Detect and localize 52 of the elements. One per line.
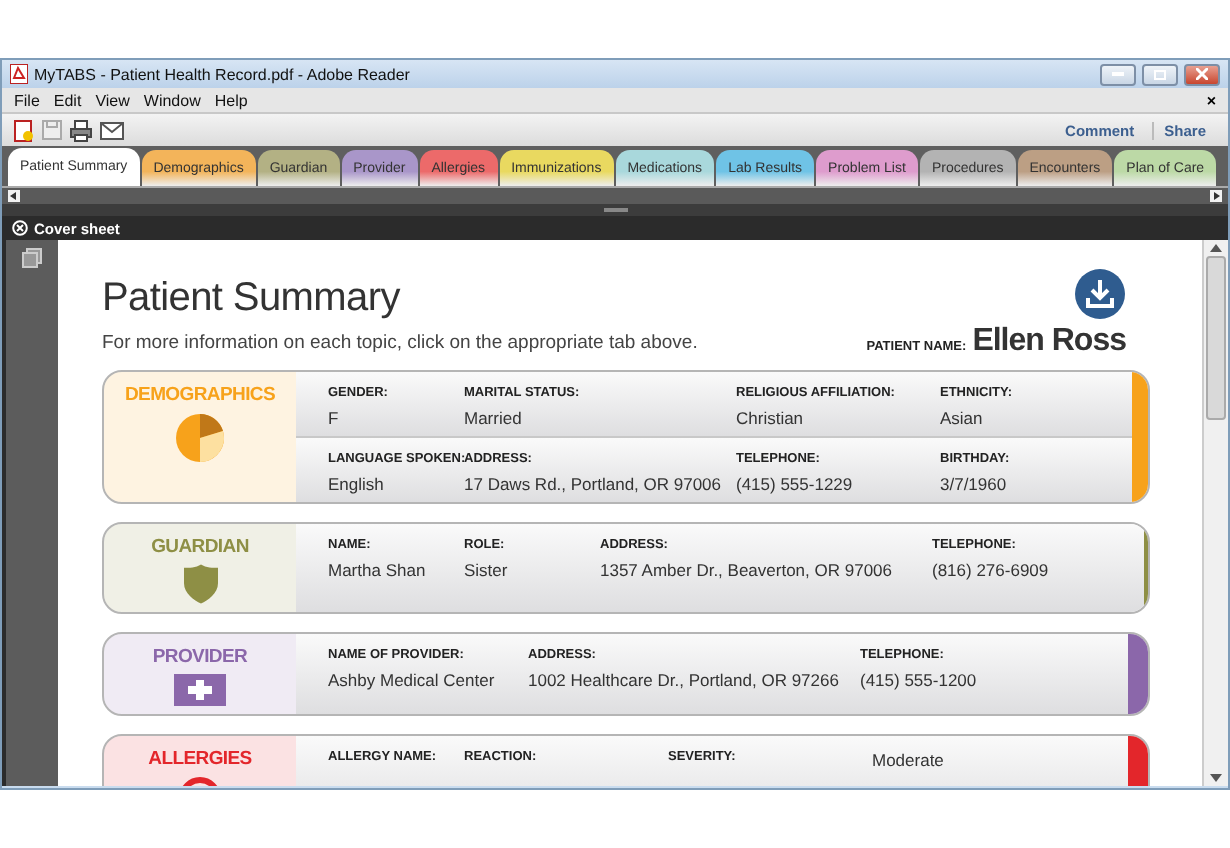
card-title: GUARDIAN xyxy=(151,536,249,558)
field-value: F xyxy=(328,408,339,428)
field-value: Martha Shan xyxy=(328,560,426,580)
color-stripe xyxy=(1132,372,1148,502)
field-value: (415) 555-1200 xyxy=(860,670,977,690)
field-value: Asian xyxy=(940,408,983,428)
window-title: MyTABS - Patient Health Record.pdf - Adobe Reader xyxy=(34,65,412,83)
field-value: (415) 555-1229 xyxy=(736,474,853,494)
field-value: Christian xyxy=(736,408,804,428)
menu-item[interactable]: Edit xyxy=(53,91,82,109)
field-value: 3/7/1960 xyxy=(940,474,1007,494)
maximize-button[interactable] xyxy=(1142,63,1178,85)
close-icon xyxy=(1196,68,1208,80)
print-icon[interactable] xyxy=(70,119,92,141)
scroll-down-icon[interactable] xyxy=(1210,774,1222,782)
card-title: PROVIDER xyxy=(152,646,248,668)
field-value: 1002 Healthcare Dr., Portland, OR 97266 xyxy=(528,670,839,690)
field-value: (816) 276-6909 xyxy=(932,560,1049,580)
field-value: Ashby Medical Center xyxy=(328,670,495,690)
page-title: Patient Summary xyxy=(102,276,402,322)
scroll-right-icon[interactable] xyxy=(1210,190,1222,202)
page-subtitle: For more information on each topic, click on the appropriate tab above. xyxy=(102,332,698,354)
field-value: Moderate xyxy=(872,750,944,770)
card-title: ALLERGIES xyxy=(148,748,252,770)
patient-name: Ellen Ross xyxy=(972,324,1126,360)
field-value: 1357 Amber Dr., Beaverton, OR 97006 xyxy=(600,560,893,580)
download-icon[interactable] xyxy=(1074,268,1126,320)
field-value: English xyxy=(328,474,384,494)
menu-item[interactable]: File xyxy=(14,91,40,109)
card-title: DEMOGRAPHICS xyxy=(124,384,276,406)
menu-item[interactable]: Window xyxy=(143,91,201,109)
minimize-button[interactable] xyxy=(1100,63,1136,85)
close-button[interactable] xyxy=(1184,63,1220,85)
menu-item[interactable]: Help xyxy=(214,91,248,109)
maximize-icon xyxy=(1154,69,1166,79)
shield-icon xyxy=(183,564,217,604)
scroll-left-icon[interactable] xyxy=(8,190,20,202)
close-document-button[interactable]: × xyxy=(1206,91,1216,109)
scroll-thumb[interactable] xyxy=(1206,256,1226,420)
pie-chart-icon xyxy=(174,412,226,464)
pages-icon[interactable] xyxy=(22,248,42,268)
close-circle-icon[interactable] xyxy=(12,220,28,236)
field-value: 17 Daws Rd., Portland, OR 97006 xyxy=(464,474,722,494)
scroll-up-icon[interactable] xyxy=(1210,244,1222,252)
mail-icon[interactable] xyxy=(100,121,124,139)
pdf-icon xyxy=(10,64,28,84)
color-stripe xyxy=(1128,634,1148,714)
create-pdf-icon[interactable] xyxy=(14,119,34,141)
field-value: Sister xyxy=(464,560,508,580)
menu-item[interactable]: View xyxy=(95,91,130,109)
field-value: Married xyxy=(464,408,522,428)
cross-icon xyxy=(174,674,226,706)
